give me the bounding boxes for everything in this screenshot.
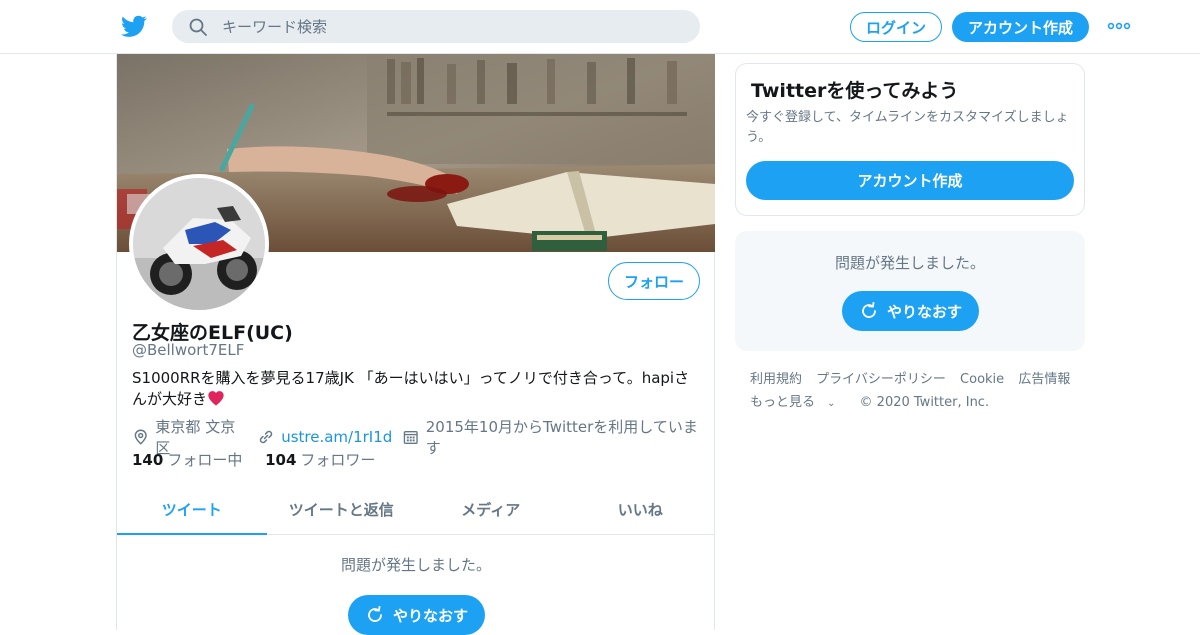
tab-media[interactable]: メディア — [416, 485, 566, 534]
heart-emoji-icon — [208, 391, 224, 406]
profile-stats: 140 フォロー中 104 フォロワー — [132, 449, 393, 470]
signup-card-title: Twitterを使ってみよう — [751, 80, 959, 102]
footer-link-privacy[interactable]: プライバシーポリシー — [816, 372, 946, 387]
footer-link-ads[interactable]: 広告情報 — [1018, 372, 1070, 387]
timeline-retry-button[interactable]: やりなおす — [348, 595, 485, 635]
signup-card-button[interactable]: アカウント作成 — [746, 161, 1074, 200]
followers-stat[interactable]: 104 フォロワー — [265, 451, 375, 469]
timeline-retry-label: やりなおす — [392, 606, 468, 625]
footer-link-terms[interactable]: 利用規約 — [750, 372, 802, 387]
following-count: 140 — [132, 451, 164, 469]
following-stat[interactable]: 140 フォロー中 — [132, 451, 242, 469]
location-pin-icon — [134, 429, 147, 445]
profile-bio: S1000RRを購入を夢見る17歳JK 「あーはいはい」ってノリで付き合って。h… — [132, 368, 702, 410]
footer-links: 利用規約 プライバシーポリシー Cookie 広告情報 もっと見る ⌄ © 202… — [750, 368, 1090, 415]
calendar-icon — [404, 430, 419, 444]
follow-button[interactable]: フォロー — [608, 262, 700, 300]
refresh-icon — [862, 301, 876, 318]
signup-card: Twitterを使ってみよう 今すぐ登録して、タイムラインをカスタマイズしましょ… — [735, 63, 1085, 216]
search-icon — [189, 18, 207, 36]
footer-more-label: もっと見る — [750, 395, 816, 410]
more-options-icon[interactable] — [1107, 18, 1131, 34]
profile-url[interactable]: ustre.am/1rI1d — [257, 428, 392, 446]
followers-label: フォロワー — [300, 451, 376, 469]
timeline-error-message: 問題が発生しました。 — [340, 556, 491, 574]
profile-column: フォロー 乙女座のELF(UC) @Bellwort7ELF S1000RRを購… — [116, 54, 715, 635]
signup-card-description: 今すぐ登録して、タイムラインをカスタマイズしましょう。 — [746, 110, 1069, 145]
chevron-down-icon: ⌄ — [827, 398, 836, 409]
signup-button[interactable]: アカウント作成 — [952, 12, 1089, 42]
tab-tweets[interactable]: ツイート — [117, 485, 267, 535]
footer-link-cookie[interactable]: Cookie — [960, 372, 1004, 387]
twitter-bird-icon[interactable] — [120, 13, 148, 39]
tab-tweets-and-replies[interactable]: ツイートと返信 — [267, 485, 417, 534]
search-box[interactable] — [172, 10, 700, 43]
tab-likes[interactable]: いいね — [566, 485, 716, 534]
profile-tabs: ツイート ツイートと返信 メディア いいね — [117, 485, 715, 535]
search-input[interactable] — [222, 14, 682, 39]
profile-handle[interactable]: @Bellwort7ELF — [132, 341, 244, 359]
following-label: フォロー中 — [167, 451, 243, 469]
link-icon — [259, 430, 273, 444]
refresh-icon — [368, 605, 382, 622]
profile-url-link[interactable]: ustre.am/1rI1d — [281, 428, 392, 446]
footer-more-link[interactable]: もっと見る ⌄ — [750, 395, 845, 410]
trends-error-card: 問題が発生しました。 やりなおす — [735, 231, 1085, 351]
trends-retry-button[interactable]: やりなおす — [842, 291, 979, 331]
login-button[interactable]: ログイン — [850, 12, 942, 42]
trends-retry-label: やりなおす — [886, 302, 962, 321]
profile-joined: 2015年10月からTwitterを利用しています — [402, 416, 704, 458]
profile-joined-text: 2015年10月からTwitterを利用しています — [425, 418, 698, 457]
footer-copyright: © 2020 Twitter, Inc. — [859, 395, 990, 410]
profile-avatar[interactable] — [129, 174, 269, 314]
followers-count: 104 — [265, 451, 297, 469]
top-navigation-bar: ログイン アカウント作成 — [0, 0, 1200, 54]
trends-error-message: 問題が発生しました。 — [834, 254, 985, 272]
